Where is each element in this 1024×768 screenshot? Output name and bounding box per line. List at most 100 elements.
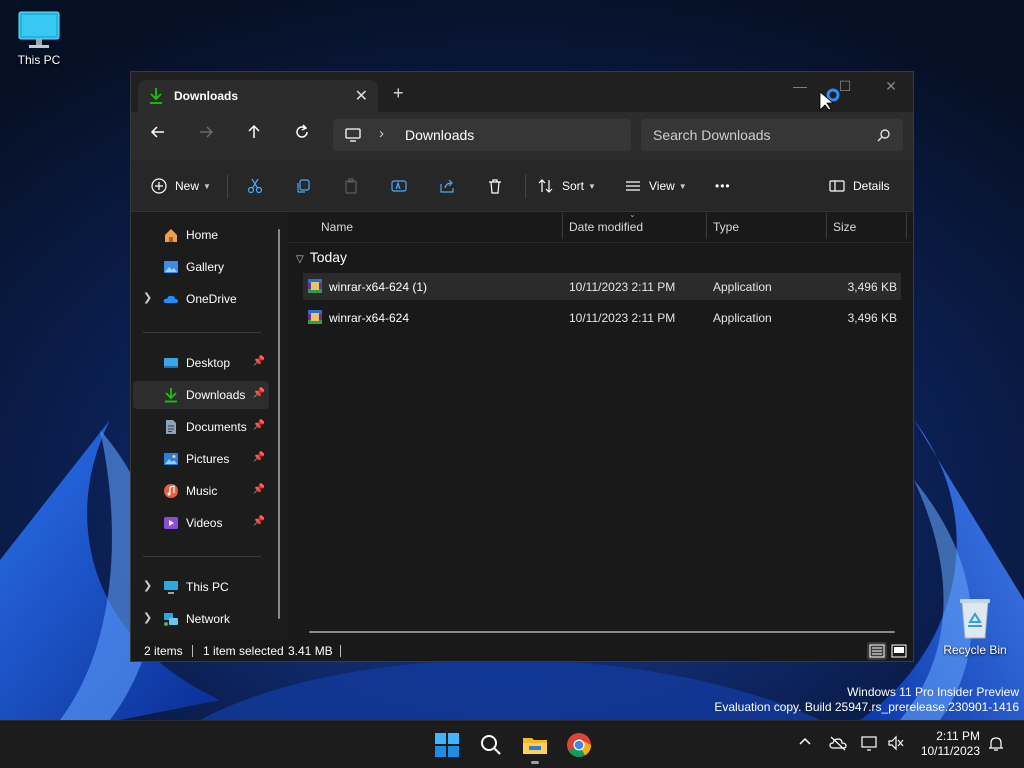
sidebar-item-home[interactable]: Home bbox=[133, 221, 269, 249]
column-separator[interactable] bbox=[906, 213, 907, 239]
chevron-right-icon[interactable]: ❯ bbox=[143, 611, 152, 624]
sidebar-scrollbar[interactable] bbox=[278, 229, 280, 619]
column-separator[interactable] bbox=[826, 213, 827, 239]
column-header-name[interactable]: Name bbox=[321, 220, 353, 234]
onedrive-tray-button[interactable] bbox=[829, 735, 847, 754]
view-button[interactable]: View ▼ bbox=[625, 176, 687, 196]
new-button[interactable]: New ▼ bbox=[151, 176, 211, 196]
sidebar-item-label: Network bbox=[186, 612, 231, 626]
clock-date: 10/11/2023 bbox=[920, 744, 980, 758]
sidebar-item-label: This PC bbox=[186, 580, 229, 594]
arrow-right-icon bbox=[200, 126, 214, 138]
close-button[interactable]: ✕ bbox=[871, 78, 911, 95]
sort-button[interactable]: Sort ▼ bbox=[538, 176, 596, 196]
minimize-button[interactable]: — bbox=[780, 78, 820, 94]
details-view-button[interactable] bbox=[867, 642, 887, 660]
sidebar-item-gallery[interactable]: Gallery bbox=[133, 253, 269, 281]
more-options-button[interactable]: ••• bbox=[715, 176, 731, 196]
show-hidden-icons-button[interactable] bbox=[798, 735, 812, 752]
title-bar[interactable]: Downloads ✕ + — ☐ ✕ bbox=[131, 72, 913, 112]
notifications-button[interactable] bbox=[988, 736, 1004, 755]
column-separator[interactable] bbox=[706, 213, 707, 239]
search-taskbar-button[interactable] bbox=[477, 731, 505, 759]
paste-button[interactable] bbox=[343, 176, 359, 196]
breadcrumb-separator: › bbox=[379, 125, 384, 142]
up-button[interactable] bbox=[241, 124, 267, 148]
details-view-icon bbox=[869, 644, 885, 658]
close-tab-icon[interactable]: ✕ bbox=[355, 86, 368, 106]
back-button[interactable] bbox=[145, 124, 171, 148]
sidebar-item-music[interactable]: Music 📌 bbox=[133, 477, 269, 505]
sort-label: Sort bbox=[562, 179, 585, 193]
forward-button[interactable] bbox=[193, 124, 219, 148]
copy-button[interactable] bbox=[295, 176, 311, 196]
cloud-offline-icon bbox=[829, 736, 847, 751]
file-explorer-taskbar-button[interactable] bbox=[521, 731, 549, 764]
pin-icon: 📌 bbox=[252, 484, 265, 495]
group-label: Today bbox=[309, 249, 348, 265]
plus-circle-icon bbox=[151, 178, 167, 194]
chevron-up-icon bbox=[799, 737, 811, 745]
watermark-line: Windows 11 Pro Insider Preview bbox=[847, 685, 1019, 699]
column-separator[interactable] bbox=[562, 213, 563, 239]
sidebar-item-network[interactable]: ❯ Network bbox=[133, 605, 269, 633]
status-bar: 2 items 1 item selected 3.41 MB bbox=[131, 640, 913, 661]
sidebar-item-videos[interactable]: Videos 📌 bbox=[133, 509, 269, 537]
winrar-icon bbox=[308, 279, 322, 293]
desktop-icon-this-pc[interactable]: This PC bbox=[1, 10, 77, 67]
chrome-icon bbox=[567, 733, 591, 758]
sidebar-item-onedrive[interactable]: ❯ OneDrive bbox=[133, 285, 269, 313]
chevron-right-icon[interactable]: ❯ bbox=[143, 291, 152, 304]
taskbar-clock[interactable]: 2:11 PM 10/11/2023 bbox=[921, 729, 980, 759]
file-size: 3,496 KB bbox=[847, 280, 897, 294]
network-tray-button[interactable] bbox=[861, 735, 879, 754]
volume-tray-button[interactable] bbox=[887, 735, 905, 754]
download-icon bbox=[150, 88, 162, 104]
details-pane-icon bbox=[829, 180, 845, 192]
sidebar-item-label: Documents bbox=[186, 420, 247, 434]
arrow-up-icon bbox=[248, 124, 260, 138]
refresh-button[interactable] bbox=[289, 124, 315, 148]
delete-button[interactable] bbox=[487, 176, 503, 196]
column-header-type[interactable]: Type bbox=[713, 220, 739, 234]
desktop-icon-recycle-bin[interactable]: Recycle Bin bbox=[937, 596, 1013, 657]
command-separator bbox=[525, 174, 526, 198]
selection-size: 3.41 MB bbox=[288, 644, 333, 658]
start-button[interactable] bbox=[433, 731, 461, 759]
chevron-right-icon[interactable]: ❯ bbox=[143, 579, 152, 592]
search-input[interactable]: Search Downloads bbox=[653, 127, 771, 143]
sidebar-item-this-pc[interactable]: ❯ This PC bbox=[133, 573, 269, 601]
column-header-size[interactable]: Size bbox=[833, 220, 856, 234]
sidebar-item-desktop[interactable]: Desktop 📌 bbox=[133, 349, 269, 377]
address-bar[interactable]: › Downloads bbox=[333, 119, 631, 151]
details-button[interactable]: Details bbox=[829, 176, 890, 196]
breadcrumb[interactable]: Downloads bbox=[405, 127, 474, 143]
sidebar-item-pictures[interactable]: Pictures 📌 bbox=[133, 445, 269, 473]
rename-button[interactable] bbox=[391, 176, 407, 196]
clipboard-icon bbox=[345, 178, 357, 194]
desktop-icon bbox=[164, 358, 178, 368]
network-status-icon bbox=[861, 736, 877, 751]
search-box[interactable]: Search Downloads bbox=[641, 119, 903, 151]
sidebar-item-label: Desktop bbox=[186, 356, 231, 370]
sidebar-item-label: Pictures bbox=[186, 452, 230, 466]
tab-downloads[interactable]: Downloads ✕ bbox=[138, 80, 378, 112]
command-bar: New ▼ Sort ▼ View ▼ ••• Details bbox=[131, 160, 913, 212]
chrome-taskbar-button[interactable] bbox=[565, 731, 593, 759]
group-header[interactable]: ▽ Today bbox=[296, 249, 347, 265]
desktop-icon-label: This PC bbox=[17, 53, 61, 67]
chevron-down-icon: ▼ bbox=[203, 181, 211, 191]
column-header-date[interactable]: Date modified bbox=[569, 220, 643, 234]
sidebar-item-downloads[interactable]: Downloads 📌 bbox=[133, 381, 269, 409]
tiles-view-button[interactable] bbox=[889, 642, 909, 660]
file-row[interactable]: winrar-x64-624 (1) 10/11/2023 2:11 PM Ap… bbox=[303, 273, 901, 300]
view-label: View bbox=[649, 179, 675, 193]
sidebar-divider bbox=[143, 332, 261, 333]
share-button[interactable] bbox=[439, 176, 455, 196]
cut-button[interactable] bbox=[247, 176, 263, 196]
sidebar-item-label: Downloads bbox=[186, 388, 246, 402]
horizontal-scrollbar[interactable] bbox=[309, 631, 895, 633]
new-tab-button[interactable]: + bbox=[393, 83, 404, 103]
file-row[interactable]: winrar-x64-624 10/11/2023 2:11 PM Applic… bbox=[303, 304, 901, 331]
sidebar-item-documents[interactable]: Documents 📌 bbox=[133, 413, 269, 441]
